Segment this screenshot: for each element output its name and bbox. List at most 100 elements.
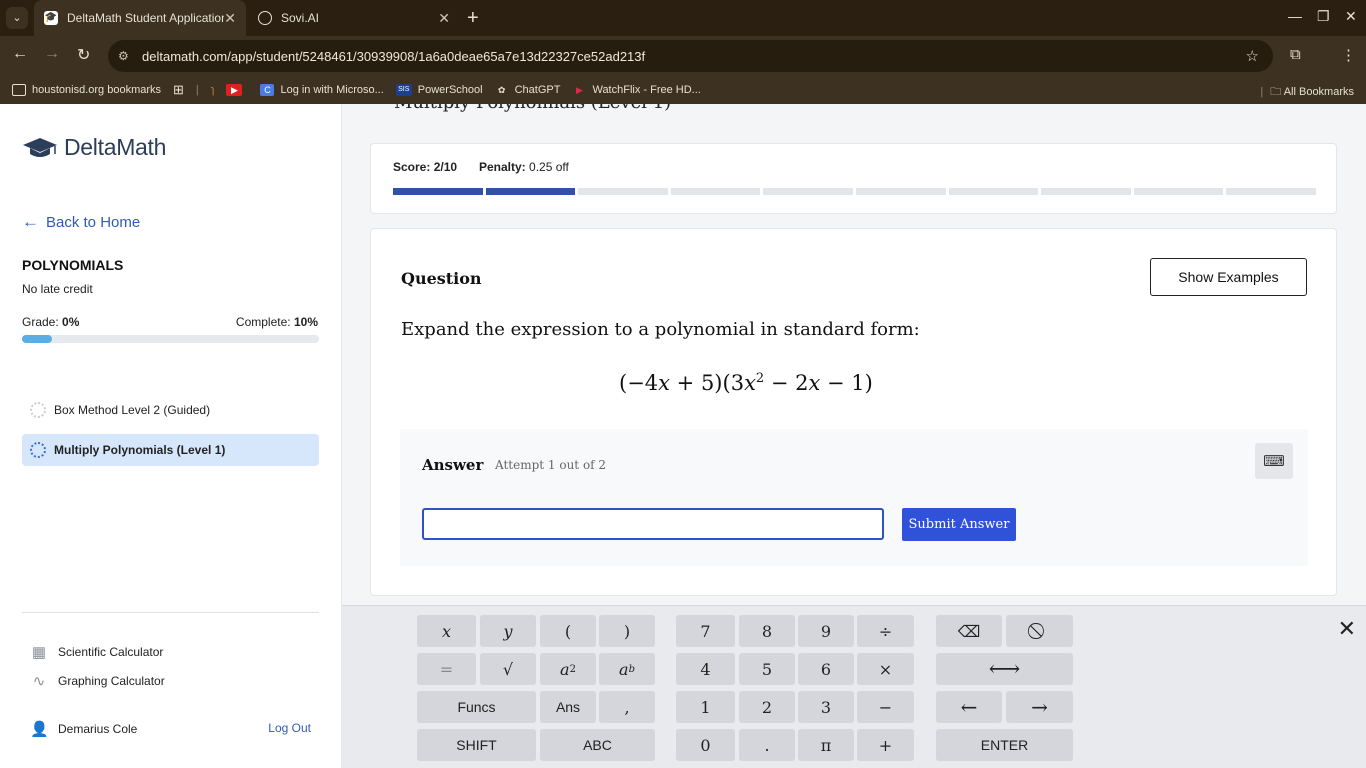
- key-8[interactable]: 8: [739, 615, 795, 647]
- key-decimal[interactable]: .: [739, 729, 795, 761]
- close-keypad-icon[interactable]: ✕: [1338, 616, 1356, 642]
- key-sqrt[interactable]: √: [480, 653, 536, 685]
- bookmark-microsoft-login[interactable]: C Log in with Microso...: [260, 84, 384, 96]
- key-equals[interactable]: =: [417, 653, 476, 685]
- score-segment: [1041, 188, 1131, 195]
- expr-part: − 2: [764, 371, 809, 395]
- key-0[interactable]: 0: [676, 729, 735, 761]
- bookmark-youtube[interactable]: ▶: [226, 84, 248, 96]
- tool-label: Scientific Calculator: [58, 645, 164, 659]
- back-to-home-link[interactable]: ← Back to Home: [22, 212, 140, 232]
- apps-grid-button[interactable]: ⊞: [173, 82, 184, 98]
- key-4[interactable]: 4: [676, 653, 735, 685]
- answer-input[interactable]: [422, 508, 884, 540]
- question-label: Question: [401, 269, 482, 288]
- key-left-arrow[interactable]: ←: [936, 691, 1002, 723]
- key-right-arrow[interactable]: →: [1006, 691, 1073, 723]
- bookmark-powerschool[interactable]: SIS PowerSchool: [395, 84, 483, 96]
- sidebar: DeltaMath ← Back to Home POLYNOMIALS No …: [0, 104, 342, 768]
- key-plus[interactable]: +: [857, 729, 914, 761]
- all-bookmarks-button[interactable]: | 🗀 All Bookmarks: [1260, 83, 1354, 102]
- key-shift[interactable]: SHIFT: [417, 729, 536, 761]
- key-backspace[interactable]: ⌫: [936, 615, 1002, 647]
- key-a-squared[interactable]: a2: [540, 653, 596, 685]
- key-x[interactable]: x: [417, 615, 476, 647]
- submit-answer-button[interactable]: Submit Answer: [902, 508, 1016, 541]
- tab-search-button[interactable]: ⌄: [6, 7, 28, 29]
- key-clear[interactable]: ⃠: [1006, 615, 1073, 647]
- new-tab-button[interactable]: +: [467, 7, 479, 29]
- key-comma[interactable]: ,: [599, 691, 655, 723]
- bookmark-unknown[interactable]: ɿ: [211, 84, 215, 96]
- penalty-label: Penalty:: [479, 160, 526, 174]
- keyboard-icon: ⌨: [1263, 453, 1285, 470]
- backspace-icon: ⌫: [957, 621, 981, 641]
- expr-var: x: [808, 371, 821, 395]
- question-card: Question Show Examples Expand the expres…: [370, 228, 1337, 596]
- folder-icon: 🗀: [1270, 86, 1282, 98]
- key-minus[interactable]: −: [857, 691, 914, 723]
- key-7[interactable]: 7: [676, 615, 735, 647]
- bookmark-label: ChatGPT: [514, 84, 561, 96]
- key-pi[interactable]: π: [798, 729, 854, 761]
- more-menu-icon[interactable]: ⋮: [1341, 46, 1356, 64]
- key-3[interactable]: 3: [798, 691, 854, 723]
- graph-icon: ∿: [32, 673, 46, 690]
- key-5[interactable]: 5: [739, 653, 795, 685]
- score-segment: [855, 188, 946, 195]
- key-funcs[interactable]: Funcs: [417, 691, 536, 723]
- apps-grid-icon: ⊞: [173, 82, 184, 97]
- key-1[interactable]: 1: [676, 691, 735, 723]
- score-segment: [948, 188, 1039, 195]
- tab-sovi[interactable]: Sovi.AI ✕: [248, 0, 460, 36]
- key-y[interactable]: y: [480, 615, 536, 647]
- math-keypad: x y ( ) 7 8 9 ÷ ⌫ ⃠ = √ a2 ab 4 5 6 × ⟷: [342, 605, 1366, 768]
- deltamath-logo[interactable]: DeltaMath: [22, 134, 166, 161]
- key-ans[interactable]: Ans: [540, 691, 596, 723]
- log-out-link[interactable]: Log Out: [268, 721, 311, 735]
- key-9[interactable]: 9: [798, 615, 854, 647]
- assignment-multiply-polynomials[interactable]: Multiply Polynomials (Level 1): [22, 434, 319, 466]
- bookmark-divider: |: [195, 84, 199, 96]
- back-arrow-icon[interactable]: ←: [12, 45, 28, 63]
- key-right-paren[interactable]: ): [599, 615, 655, 647]
- restore-icon[interactable]: ❐: [1317, 8, 1330, 25]
- tab-title: Sovi.AI: [281, 11, 320, 25]
- key-divide[interactable]: ÷: [857, 615, 914, 647]
- key-6[interactable]: 6: [798, 653, 854, 685]
- key-left-paren[interactable]: (: [540, 615, 596, 647]
- close-tab-icon[interactable]: ✕: [438, 10, 450, 27]
- assignment-label: Multiply Polynomials (Level 1): [54, 443, 226, 457]
- tab-deltamath[interactable]: 🎓 DeltaMath Student Application ✕: [34, 0, 246, 36]
- user-profile[interactable]: 👤 Demarius Cole: [30, 720, 137, 738]
- key-multiply[interactable]: ×: [857, 653, 914, 685]
- site-info-icon[interactable]: ⚙: [118, 49, 132, 63]
- attempt-text: Attempt 1 out of 2: [495, 458, 607, 472]
- show-examples-button[interactable]: Show Examples: [1150, 258, 1307, 296]
- forward-arrow-icon[interactable]: →: [44, 45, 60, 63]
- close-window-icon[interactable]: ✕: [1345, 8, 1357, 25]
- scientific-calculator-link[interactable]: ▦ Scientific Calculator: [30, 643, 163, 661]
- key-a-power-b[interactable]: ab: [599, 653, 655, 685]
- watchflix-icon: ▶: [576, 85, 583, 95]
- minimize-icon[interactable]: —: [1288, 8, 1302, 24]
- extensions-icon[interactable]: ⧉: [1290, 46, 1301, 63]
- late-credit-text: No late credit: [22, 282, 93, 296]
- bookmark-chatgpt[interactable]: ✿ ChatGPT: [495, 84, 561, 96]
- bookmark-star-icon[interactable]: ☆: [1246, 47, 1259, 65]
- key-enter[interactable]: ENTER: [936, 729, 1073, 761]
- reload-icon[interactable]: ↻: [77, 45, 90, 65]
- bookmark-watchflix[interactable]: ▶ WatchFlix - Free HD...: [572, 84, 701, 96]
- graphing-calculator-link[interactable]: ∿ Graphing Calculator: [30, 672, 165, 690]
- key-2[interactable]: 2: [739, 691, 795, 723]
- key-left-right-arrow[interactable]: ⟷: [936, 653, 1073, 685]
- address-bar[interactable]: ⚙ deltamath.com/app/student/5248461/3093…: [108, 40, 1273, 72]
- bookmark-houstonisd[interactable]: houstonisd.org bookmarks: [12, 84, 161, 96]
- key-a-exp: 2: [569, 663, 576, 675]
- assignment-box-method[interactable]: Box Method Level 2 (Guided): [22, 394, 319, 426]
- keyboard-toggle-button[interactable]: ⌨: [1255, 443, 1293, 479]
- complete-text: Complete: 10%: [236, 315, 318, 329]
- key-abc[interactable]: ABC: [540, 729, 655, 761]
- close-tab-icon[interactable]: ✕: [224, 10, 236, 27]
- c-logo-icon: C: [260, 84, 275, 96]
